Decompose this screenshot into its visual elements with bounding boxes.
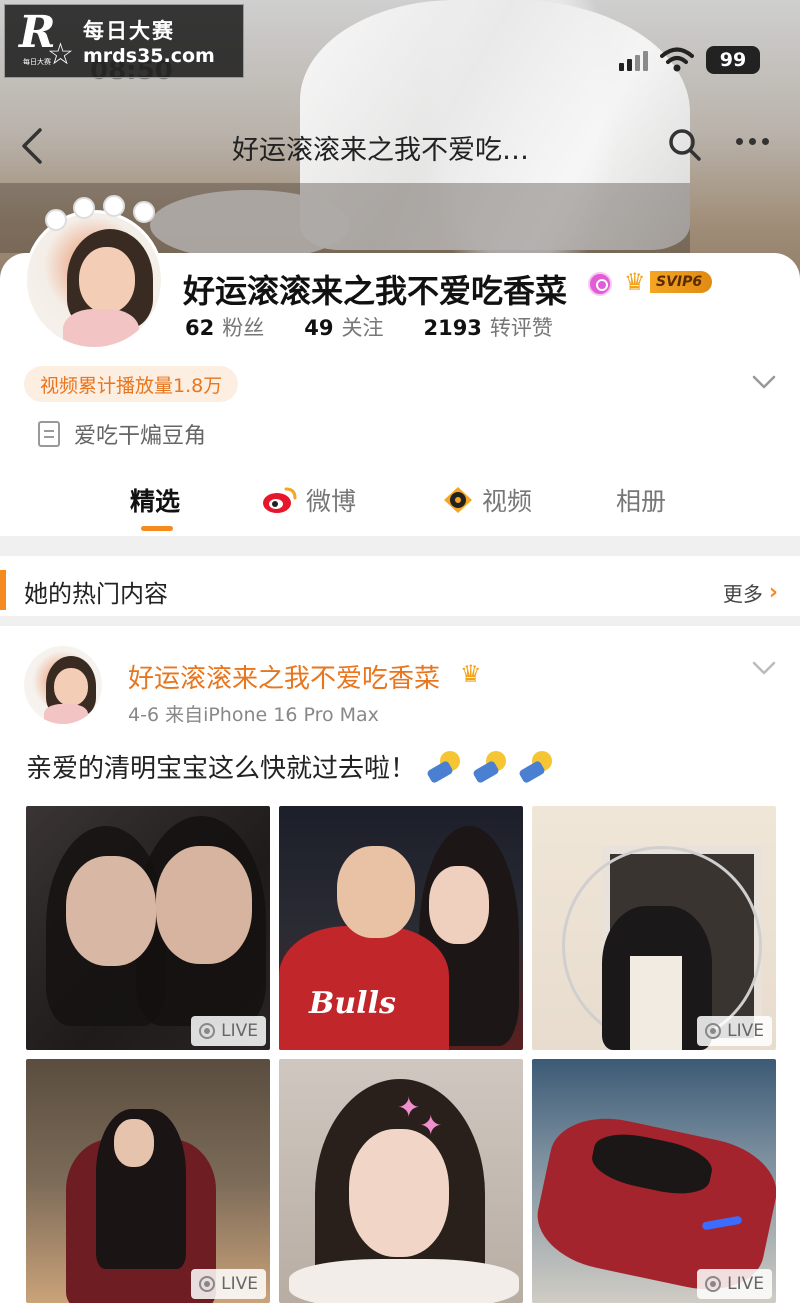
status-bar: 99 [619,42,760,78]
tab-weibo[interactable]: 微博 [262,480,356,520]
chevron-down-icon[interactable] [752,374,776,390]
search-icon[interactable] [666,126,704,164]
candle-emoji-icon [426,749,462,785]
post-photo[interactable]: Bulls [279,806,523,1050]
document-icon [38,421,60,447]
chevron-down-icon[interactable] [752,660,776,676]
more-link[interactable]: 更多 › [723,578,778,607]
watermark-url: mrds35.com [83,45,215,67]
live-icon [199,1023,216,1039]
battery-indicator: 99 [706,46,760,74]
photo-grid: LIVE Bulls LIVE LIVE ✦ ✦ LIVE [26,806,776,1303]
candle-emoji-icon [518,749,554,785]
post-photo[interactable]: LIVE [26,806,270,1050]
post-avatar[interactable] [24,646,102,724]
watermark: R ☆ 每日大赛 每日大赛 mrds35.com [4,4,244,78]
candle-emoji-icon [472,749,508,785]
video-icon [444,487,472,513]
section-divider [0,616,800,626]
bio: 爱吃干煸豆角 [38,418,206,450]
post-photo[interactable]: ✦ ✦ [279,1059,523,1303]
avatar[interactable] [24,195,164,350]
post-card[interactable]: 好运滚滚来之我不爱吃香菜 ♛ 4-6 来自iPhone 16 Pro Max 亲… [0,626,800,1306]
post-photo[interactable]: LIVE [532,806,776,1050]
live-icon [705,1023,722,1039]
watermark-title: 每日大赛 [83,19,175,43]
top-nav: 好运滚滚来之我不爱吃… [0,118,800,172]
tab-bar: 精选 微博 视频 相册 [0,470,800,536]
active-tab-indicator [141,526,173,531]
verified-badge-icon[interactable] [588,272,612,296]
wifi-icon [660,47,694,72]
live-photo-badge: LIVE [191,1269,266,1299]
stat-following[interactable]: 49 关注 [304,312,383,342]
post-text: 亲爱的清明宝宝这么快就过去啦！ [26,748,554,785]
avatar-headband-decoration [33,195,165,235]
live-photo-badge: LIVE [191,1016,266,1046]
stat-followers[interactable]: 62 粉丝 [185,312,264,342]
svip-badge[interactable]: ♛ SVIP6 [624,268,713,296]
tab-featured[interactable]: 精选 [130,480,180,520]
bio-text: 爱吃干煸豆角 [74,424,207,449]
profile-page: R ☆ 每日大赛 每日大赛 mrds35.com 08:50 99 好运滚滚来之… [0,0,800,1306]
nav-title: 好运滚滚来之我不爱吃… [232,135,529,166]
section-divider [0,536,800,556]
profile-name: 好运滚滚来之我不爱吃香菜 [183,272,568,310]
post-meta: 4-6 来自iPhone 16 Pro Max [128,704,379,726]
watermark-logo-icon: R ☆ 每日大赛 [19,7,74,72]
post-photo[interactable]: LIVE [532,1059,776,1303]
live-icon [705,1276,722,1292]
post-author-name[interactable]: 好运滚滚来之我不爱吃香菜 [128,658,440,695]
tab-video[interactable]: 视频 [442,480,532,520]
tab-album[interactable]: 相册 [616,480,666,520]
live-photo-badge: LIVE [697,1016,772,1046]
chevron-right-icon: › [768,580,778,605]
back-icon[interactable] [18,126,48,166]
weibo-icon [263,487,297,513]
live-photo-badge: LIVE [697,1269,772,1299]
crown-icon: ♛ [460,660,482,688]
signal-icon [619,49,648,71]
play-count-badge[interactable]: 视频累计播放量1.8万 [24,366,239,402]
stat-likes[interactable]: 2193 转评赞 [423,312,552,342]
hot-content-header: 她的热门内容 更多 › [0,562,800,616]
section-accent-bar [0,570,6,610]
more-icon[interactable] [736,138,776,150]
post-photo[interactable]: LIVE [26,1059,270,1303]
profile-stats: 62 粉丝 49 关注 2193 转评赞 [185,312,553,342]
hot-content-title: 她的热门内容 [24,580,168,608]
live-icon [199,1276,216,1292]
